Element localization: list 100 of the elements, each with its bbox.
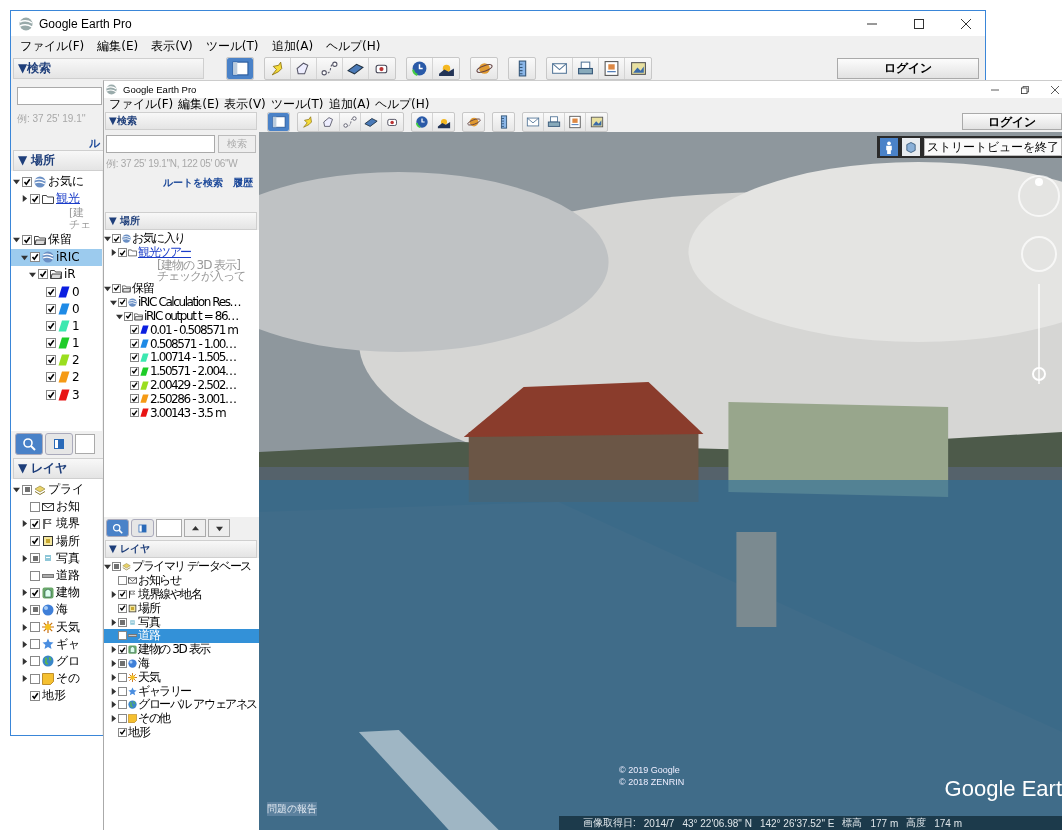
menu-item[interactable]: ヘルプ(H) bbox=[326, 38, 381, 55]
restore-icon[interactable] bbox=[1021, 85, 1029, 94]
checkbox[interactable] bbox=[30, 501, 40, 512]
tree-item[interactable]: 0 bbox=[11, 282, 102, 301]
login-button[interactable]: ログイン bbox=[962, 113, 1062, 130]
checkbox[interactable] bbox=[112, 234, 121, 244]
collapse-arrow-icon[interactable] bbox=[116, 312, 123, 320]
expand-arrow-icon[interactable] bbox=[21, 520, 28, 528]
collapse-arrow-icon[interactable] bbox=[13, 486, 20, 494]
panel-header[interactable]: ▼ 場所 bbox=[105, 212, 257, 230]
tree-item[interactable]: 建物の 3D 表示 bbox=[104, 642, 259, 657]
search-mode-button[interactable] bbox=[15, 433, 43, 455]
tree-item[interactable]: 保留 bbox=[11, 231, 102, 249]
close-icon[interactable] bbox=[961, 18, 971, 29]
route-link[interactable]: ル bbox=[89, 137, 100, 150]
link[interactable]: ルートを検索 bbox=[163, 176, 223, 190]
move-down-button[interactable] bbox=[208, 519, 230, 537]
tree-item[interactable]: お知 bbox=[11, 498, 102, 516]
menu-item[interactable]: 編集(E) bbox=[97, 38, 139, 55]
toolbar-button[interactable] bbox=[227, 58, 253, 79]
expand-arrow-icon[interactable] bbox=[21, 606, 28, 614]
move-up-button[interactable] bbox=[184, 519, 206, 537]
tree-item[interactable]: 境界線や地名 bbox=[104, 587, 259, 602]
tree-item[interactable]: 写真 bbox=[11, 549, 102, 567]
expand-arrow-icon[interactable] bbox=[110, 249, 117, 257]
tree-item[interactable]: iRIC bbox=[11, 248, 102, 266]
tree-item[interactable]: 建物 bbox=[11, 584, 102, 602]
panel-button[interactable] bbox=[45, 433, 73, 455]
collapse-arrow-icon[interactable] bbox=[13, 178, 20, 186]
checkbox[interactable] bbox=[118, 700, 127, 710]
collapse-arrow-icon[interactable] bbox=[110, 298, 117, 306]
menu-item[interactable]: ツール(T) bbox=[270, 96, 324, 113]
checkbox[interactable] bbox=[130, 339, 139, 349]
tree-item[interactable]: 天気 bbox=[11, 618, 102, 636]
tree-item[interactable]: 3 bbox=[11, 386, 102, 404]
panel-header[interactable]: ▼ レイヤ bbox=[13, 458, 104, 479]
expand-arrow-icon[interactable] bbox=[21, 554, 28, 562]
tree-item[interactable]: 0.508571 - 1.00… bbox=[104, 336, 259, 351]
tree-item[interactable]: 0 bbox=[11, 300, 102, 318]
tree-item[interactable]: 海 bbox=[104, 656, 259, 671]
search-field[interactable] bbox=[17, 87, 102, 105]
tree-item[interactable]: ギャ bbox=[11, 635, 102, 653]
checkbox[interactable] bbox=[118, 714, 127, 724]
checkbox[interactable] bbox=[30, 656, 40, 667]
checkbox[interactable] bbox=[118, 686, 127, 696]
checkbox[interactable] bbox=[130, 366, 139, 376]
checkbox[interactable] bbox=[30, 536, 40, 547]
expand-arrow-icon[interactable] bbox=[110, 646, 117, 654]
checkbox[interactable] bbox=[130, 380, 139, 390]
link[interactable]: 観光 bbox=[56, 190, 80, 208]
checkbox[interactable] bbox=[130, 325, 139, 335]
menu-item[interactable]: 追加(A) bbox=[271, 38, 314, 55]
expand-arrow-icon[interactable] bbox=[110, 687, 117, 695]
panel-header[interactable]: ▼ 場所 bbox=[13, 150, 104, 171]
tree-item[interactable]: グロ bbox=[11, 652, 102, 671]
expand-arrow-icon[interactable] bbox=[21, 657, 28, 665]
tree-item[interactable]: 1.50571 - 2.004… bbox=[104, 364, 259, 379]
tree-item[interactable]: 2.50286 - 3.001… bbox=[104, 391, 259, 406]
checkbox[interactable] bbox=[124, 311, 133, 321]
collapse-arrow-icon[interactable] bbox=[21, 253, 28, 261]
panel-button[interactable] bbox=[131, 519, 154, 537]
checkbox[interactable] bbox=[30, 622, 40, 633]
checkbox[interactable] bbox=[130, 394, 139, 404]
person-button[interactable] bbox=[880, 138, 898, 156]
tree-item[interactable]: iR bbox=[11, 265, 102, 283]
panel-header[interactable]: ▼検索 bbox=[105, 112, 257, 130]
checkbox[interactable] bbox=[46, 286, 56, 297]
tree-item[interactable]: 道路 bbox=[11, 566, 102, 585]
expand-arrow-icon[interactable] bbox=[21, 195, 28, 203]
checkbox[interactable] bbox=[46, 389, 56, 400]
expand-arrow-icon[interactable] bbox=[21, 675, 28, 683]
tree-item[interactable]: iRIC Calculation Res… bbox=[104, 295, 259, 310]
exit-street-view-button[interactable]: ストリートビューを終了 bbox=[924, 138, 1062, 156]
tree-item[interactable]: 場所 bbox=[104, 601, 259, 616]
cube-button[interactable] bbox=[902, 138, 920, 156]
tree-item[interactable]: iRIC output t = 86… bbox=[104, 309, 259, 323]
toolbar-button[interactable] bbox=[361, 112, 382, 131]
search-field[interactable] bbox=[106, 135, 215, 153]
input-field[interactable] bbox=[75, 434, 95, 454]
tree-item[interactable]: その他 bbox=[104, 711, 259, 726]
checkbox[interactable] bbox=[38, 269, 48, 280]
tree-item[interactable]: 3.00143 - 3.5 m bbox=[104, 405, 259, 420]
tree-item[interactable]: プライ bbox=[11, 481, 102, 499]
tree-item[interactable]: 観光 bbox=[11, 190, 102, 208]
expand-arrow-icon[interactable] bbox=[110, 591, 117, 598]
checkbox[interactable] bbox=[30, 252, 40, 263]
menu-item[interactable]: 追加(A) bbox=[328, 96, 371, 113]
expand-arrow-icon[interactable] bbox=[110, 673, 117, 681]
checkbox[interactable] bbox=[130, 352, 139, 362]
checkbox[interactable] bbox=[118, 727, 127, 737]
tree-item[interactable]: お気に bbox=[11, 173, 102, 191]
checkbox[interactable] bbox=[30, 193, 40, 204]
collapse-arrow-icon[interactable] bbox=[104, 235, 111, 243]
checkbox[interactable] bbox=[30, 518, 40, 529]
close-icon[interactable] bbox=[1051, 85, 1059, 94]
expand-arrow-icon[interactable] bbox=[110, 701, 117, 709]
checkbox[interactable] bbox=[46, 372, 56, 383]
search-mode-button[interactable] bbox=[106, 519, 129, 537]
tree-item[interactable]: 0.01 - 0.508571 m bbox=[104, 323, 259, 337]
menu-item[interactable]: ファイル(F) bbox=[20, 38, 85, 55]
